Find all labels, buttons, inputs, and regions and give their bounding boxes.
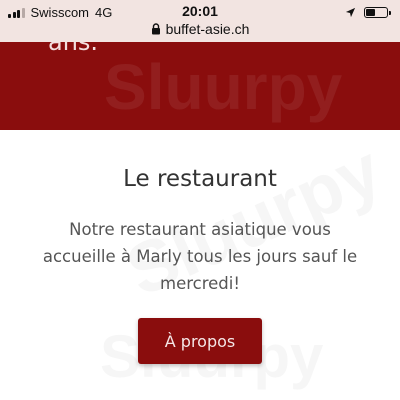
watermark: Sluurpy xyxy=(104,51,343,123)
address-bar[interactable]: buffet-asie.ch xyxy=(0,20,400,38)
lock-icon xyxy=(151,23,160,35)
hero-text: ans. xyxy=(48,42,99,56)
clock: 20:01 xyxy=(182,3,218,19)
battery-icon xyxy=(364,6,391,18)
section-title: Le restaurant xyxy=(123,166,277,192)
location-arrow-icon xyxy=(345,7,356,17)
status-right xyxy=(345,4,391,20)
status-bar: Swisscom 4G 20:01 buffet-asie.ch xyxy=(0,0,400,42)
section-description: Notre restaurant asiatique vous accueill… xyxy=(42,220,358,293)
url-text: buffet-asie.ch xyxy=(165,21,250,37)
about-button[interactable]: À propos xyxy=(138,318,262,364)
hero-banner: ans. Sluurpy xyxy=(0,42,400,130)
